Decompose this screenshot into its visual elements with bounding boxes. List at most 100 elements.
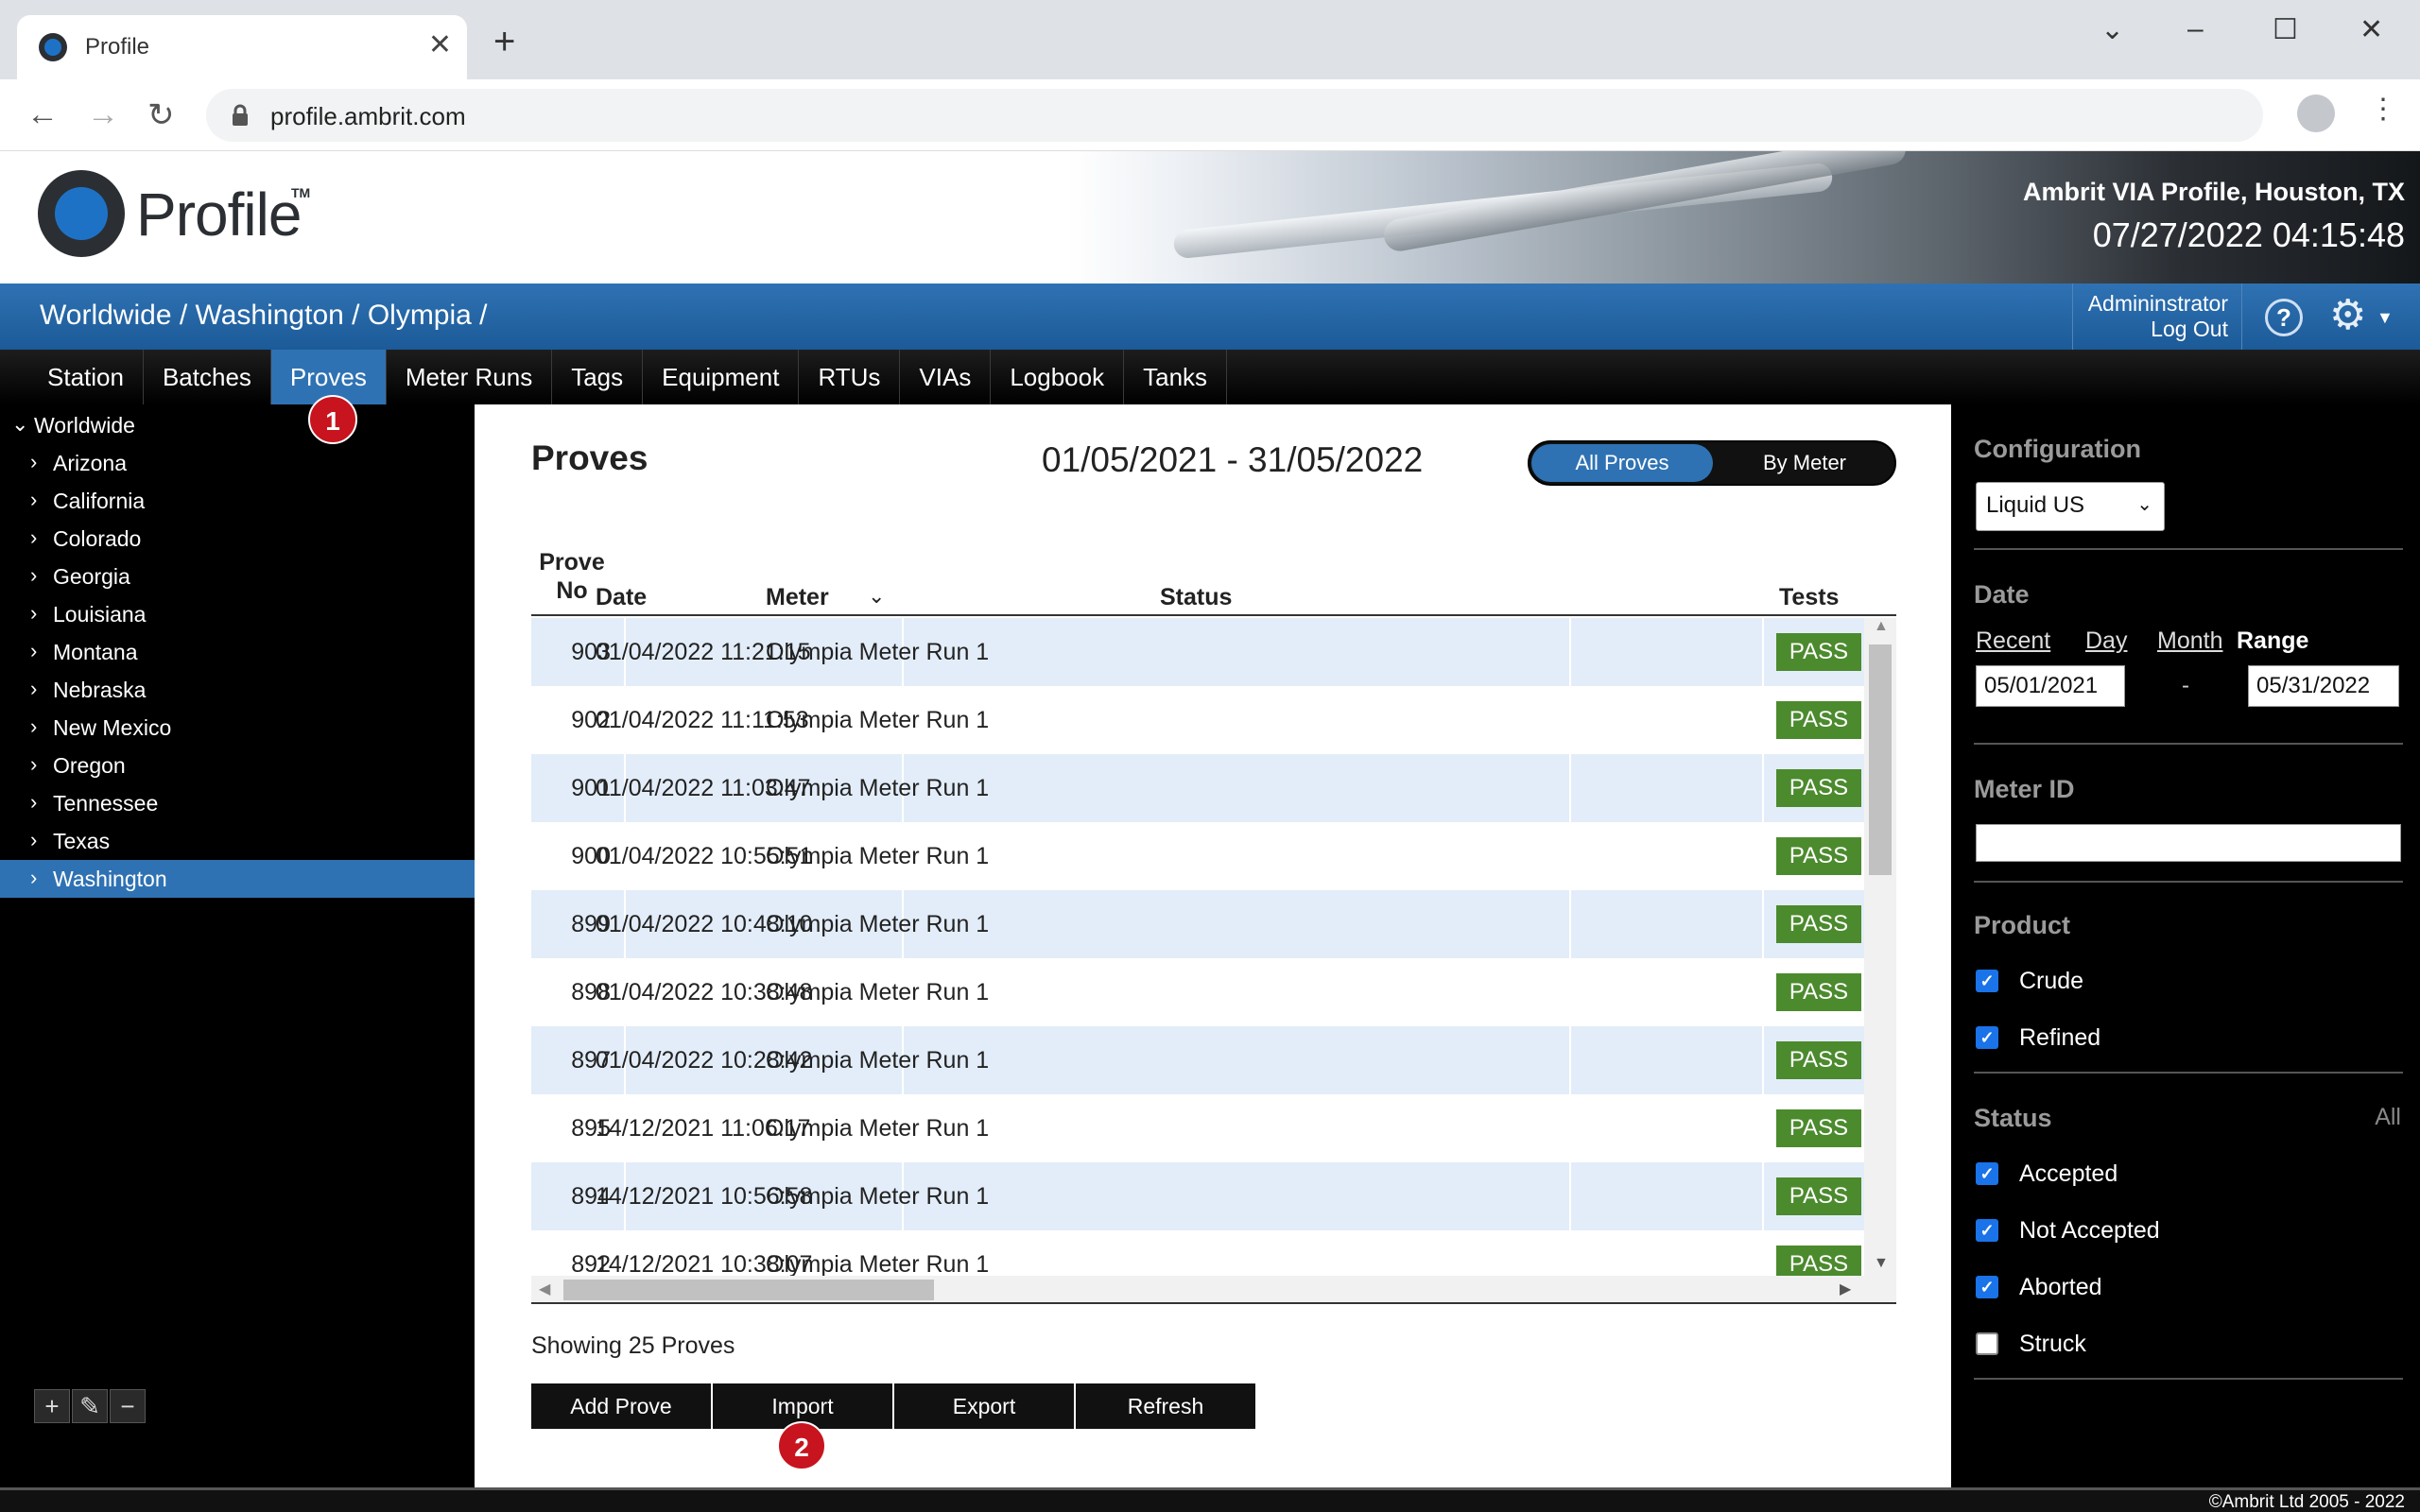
chevron-down-icon[interactable]: ▼ (2377, 308, 2394, 328)
export-button[interactable]: Export (894, 1383, 1074, 1429)
scroll-up-icon[interactable]: ▲ (1874, 618, 1889, 635)
vertical-scrollbar[interactable]: ▲ ▼ (1864, 618, 1896, 1276)
table-row[interactable]: 902 01/04/2022 11:11:53 Olympia Meter Run … (531, 686, 1864, 754)
table-row[interactable]: 897 01/04/2022 10:28:42 Olympia Meter Run … (531, 1026, 1864, 1094)
date-from-input[interactable] (1976, 665, 2125, 707)
checkbox-accepted[interactable]: ✓ (1976, 1162, 1998, 1185)
url-omnibox[interactable]: profile.ambrit.com (206, 89, 2263, 142)
column-header-date[interactable]: Date (596, 584, 647, 611)
browser-tab[interactable]: Profile ✕ (17, 15, 467, 79)
status-all-link[interactable]: All (2375, 1104, 2401, 1131)
column-separator (1569, 1230, 1571, 1276)
tree-item-nebraska[interactable]: › Nebraska (0, 671, 475, 709)
tree-item-label: Texas (53, 829, 111, 853)
tab-meter-runs[interactable]: Meter Runs (387, 350, 553, 404)
tab-logbook[interactable]: Logbook (991, 350, 1125, 404)
tree-item-montana[interactable]: › Montana (0, 633, 475, 671)
tab-station[interactable]: Station (28, 350, 144, 404)
tree-item-louisiana[interactable]: › Louisiana (0, 595, 475, 633)
column-separator (1762, 822, 1764, 890)
tree-item-arizona[interactable]: › Arizona (0, 444, 475, 482)
date-to-input[interactable] (2248, 665, 2399, 707)
account-icon[interactable] (2297, 94, 2335, 132)
address-bar: ← → ↻ profile.ambrit.com ⋮ (0, 79, 2420, 151)
table-row[interactable]: 901 01/04/2022 11:03:47 Olympia Meter Run … (531, 754, 1864, 822)
logout-link[interactable]: Log Out (2073, 317, 2228, 342)
tree-item-colorado[interactable]: › Colorado (0, 520, 475, 558)
table-row[interactable]: 894 14/12/2021 10:56:58 Olympia Meter Run … (531, 1162, 1864, 1230)
chevron-right-icon: › (30, 563, 38, 587)
tab-equipment[interactable]: Equipment (643, 350, 800, 404)
tree-item-label: Washington (53, 867, 167, 891)
table-row[interactable]: 900 01/04/2022 10:55:51 Olympia Meter Run … (531, 822, 1864, 890)
pencil-icon[interactable]: ✎ (72, 1389, 108, 1423)
tree-item-texas[interactable]: › Texas (0, 822, 475, 860)
tree-item-washington[interactable]: › Washington (0, 860, 475, 898)
help-icon[interactable]: ? (2265, 299, 2303, 336)
column-header-tests[interactable]: Tests (1779, 584, 1839, 611)
meter-id-input[interactable] (1976, 824, 2401, 862)
date-mode-recent[interactable]: Recent (1976, 627, 2050, 655)
close-icon[interactable]: ✕ (428, 28, 452, 61)
back-arrow-icon[interactable]: ← (26, 96, 59, 133)
tree-item-label: Arizona (53, 451, 127, 475)
plus-icon[interactable]: + (34, 1389, 70, 1423)
test-result-badge: PASS (1776, 701, 1861, 739)
tree-root[interactable]: ⌄ Worldwide (0, 406, 475, 444)
minimize-icon[interactable]: – (2187, 13, 2204, 45)
gear-icon[interactable]: ⚙ (2329, 295, 2366, 336)
checkbox-aborted[interactable]: ✓ (1976, 1276, 1998, 1298)
table-row[interactable]: 892 14/12/2021 10:38:07 Olympia Meter Run … (531, 1230, 1864, 1276)
tree-item-california[interactable]: › California (0, 482, 475, 520)
test-result-badge: PASS (1776, 633, 1861, 671)
divider (1974, 548, 2403, 550)
meter-cell: Olympia Meter Run 1 (766, 1251, 990, 1276)
kebab-menu-icon[interactable]: ⋮ (2369, 93, 2397, 126)
sort-descending-icon[interactable]: ⌄ (868, 584, 885, 609)
column-header-meter[interactable]: Meter (766, 584, 829, 611)
tab-tags[interactable]: Tags (552, 350, 644, 404)
tab-search-chevron-icon[interactable]: ⌄ (2100, 13, 2124, 46)
date-mode-range[interactable]: Range (2237, 627, 2308, 655)
tree-item-tennessee[interactable]: › Tennessee (0, 784, 475, 822)
table-row[interactable]: 898 01/04/2022 10:38:48 Olympia Meter Run … (531, 958, 1864, 1026)
scroll-down-icon[interactable]: ▼ (1874, 1255, 1889, 1272)
tab-tanks[interactable]: Tanks (1124, 350, 1228, 404)
maximize-icon[interactable]: ☐ (2273, 13, 2298, 46)
tree-item-label: Oregon (53, 753, 126, 778)
new-tab-plus-icon[interactable]: + (493, 23, 515, 60)
breadcrumb[interactable]: Worldwide / Washington / Olympia / (40, 300, 488, 332)
scroll-thumb[interactable] (1869, 644, 1892, 875)
window-close-icon[interactable]: ✕ (2360, 13, 2383, 46)
tree-item-georgia[interactable]: › Georgia (0, 558, 475, 595)
column-header-status[interactable]: Status (1160, 584, 1232, 611)
all-proves-toggle[interactable]: All Proves (1531, 444, 1713, 482)
tab-rtus[interactable]: RTUs (799, 350, 901, 404)
date-mode-day[interactable]: Day (2085, 627, 2127, 655)
date-mode-month[interactable]: Month (2157, 627, 2222, 655)
horizontal-scrollbar[interactable]: ◀ ▶ (531, 1276, 1896, 1304)
reload-icon[interactable]: ↻ (147, 96, 175, 134)
checkbox-crude[interactable]: ✓ (1976, 970, 1998, 992)
checkbox-struck[interactable] (1976, 1332, 1998, 1355)
refresh-button[interactable]: Refresh (1076, 1383, 1255, 1429)
checkbox-not-accepted[interactable]: ✓ (1976, 1219, 1998, 1242)
checkbox-refined[interactable]: ✓ (1976, 1026, 1998, 1049)
by-meter-toggle[interactable]: By Meter (1715, 444, 1894, 482)
product-label: Product (1974, 911, 2071, 939)
table-row[interactable]: 903 01/04/2022 11:21:15 Olympia Meter Run … (531, 618, 1864, 686)
add-prove-button[interactable]: Add Prove (531, 1383, 711, 1429)
tab-vias[interactable]: VIAs (900, 350, 992, 404)
table-row[interactable]: 895 14/12/2021 11:06:17 Olympia Meter Run … (531, 1094, 1864, 1162)
minus-icon[interactable]: − (110, 1389, 146, 1423)
scroll-right-icon[interactable]: ▶ (1840, 1280, 1851, 1298)
scroll-left-icon[interactable]: ◀ (539, 1280, 550, 1298)
forward-arrow-icon[interactable]: → (87, 96, 119, 133)
scroll-thumb[interactable] (563, 1280, 934, 1300)
tree-item-oregon[interactable]: › Oregon (0, 747, 475, 784)
configuration-value: Liquid US (1986, 492, 2085, 518)
tab-batches[interactable]: Batches (144, 350, 271, 404)
configuration-select[interactable]: Liquid US ⌄ (1976, 482, 2165, 531)
table-row[interactable]: 899 01/04/2022 10:48:10 Olympia Meter Run … (531, 890, 1864, 958)
tree-item-new-mexico[interactable]: › New Mexico (0, 709, 475, 747)
